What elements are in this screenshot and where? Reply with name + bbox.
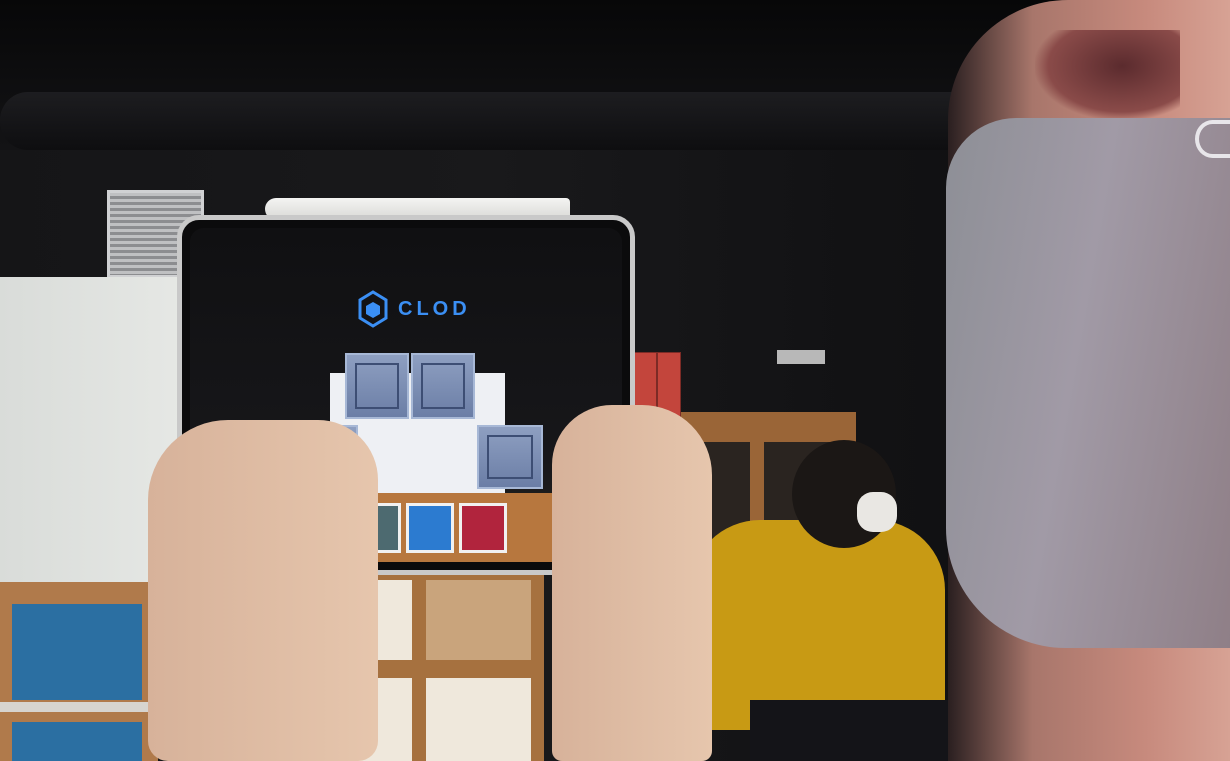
- ar-cube[interactable]: [411, 353, 475, 419]
- ar-product-tile[interactable]: [459, 503, 507, 553]
- app-logo: CLOD: [358, 290, 471, 328]
- photo-scene: CLOD: [0, 0, 1230, 761]
- ar-cube[interactable]: [345, 353, 409, 419]
- right-hand: [552, 405, 712, 761]
- hexagon-cube-icon: [358, 290, 388, 328]
- foreground-face-mask: [946, 118, 1230, 648]
- chair: [750, 700, 950, 761]
- ar-cube[interactable]: [477, 425, 543, 489]
- left-hand: [148, 420, 378, 761]
- background-person-body: [690, 520, 945, 730]
- app-logo-text: CLOD: [398, 297, 471, 320]
- background-person-mask: [857, 492, 897, 532]
- ar-product-tile[interactable]: [406, 503, 454, 553]
- desk-lamp: [777, 350, 825, 364]
- foreground-person-lips: [1035, 30, 1180, 120]
- left-bookshelf: [0, 582, 158, 761]
- mask-ear-loop: [1195, 120, 1230, 158]
